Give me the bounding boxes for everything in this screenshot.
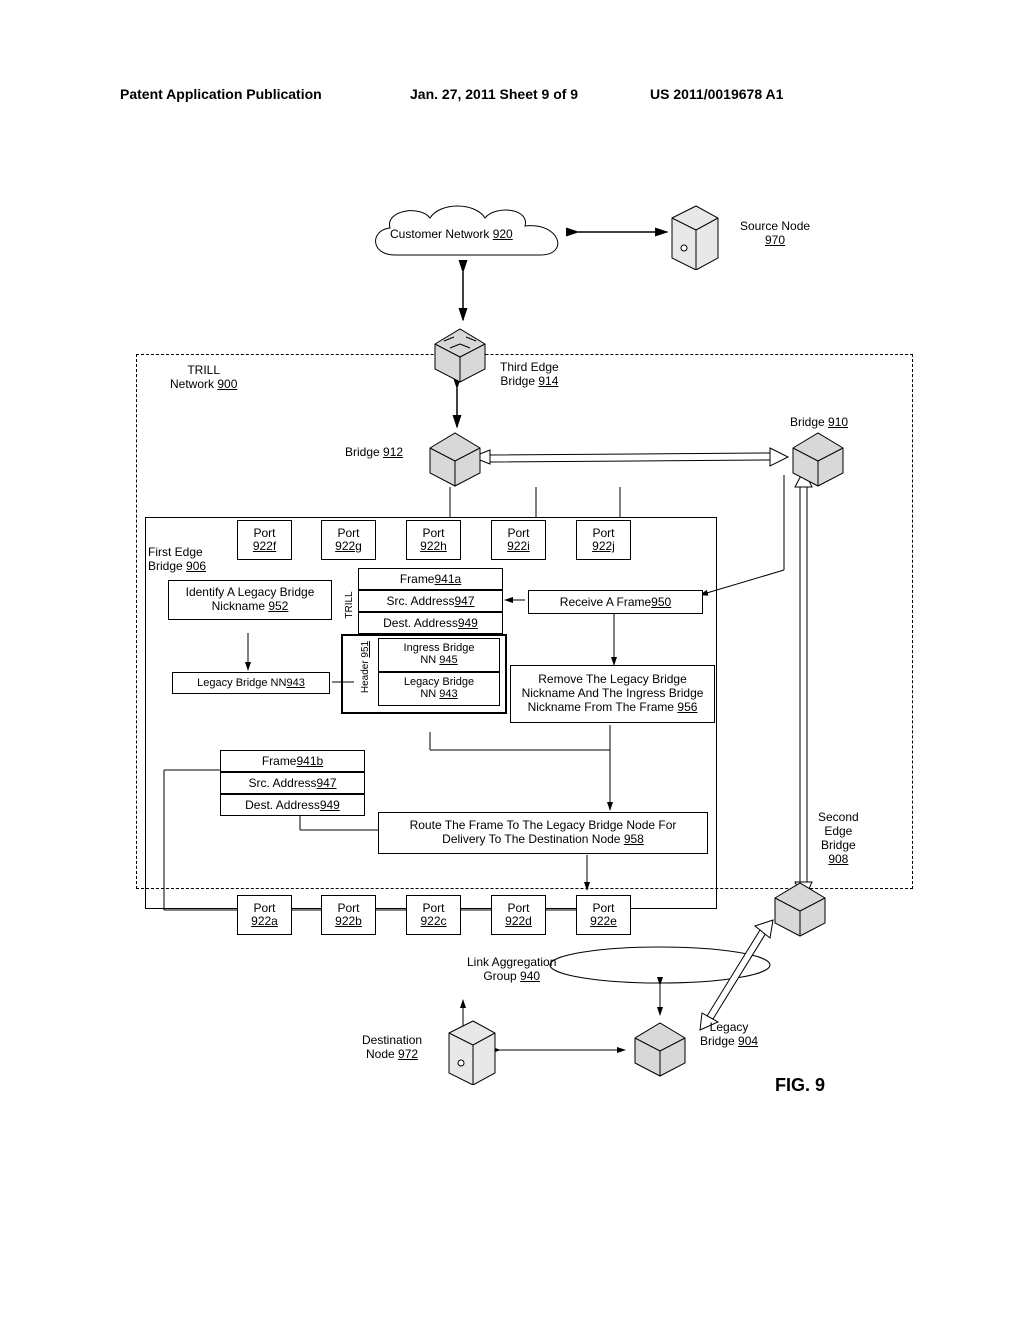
lag-label: Link Aggregation Group 940 xyxy=(467,955,556,983)
server-icon xyxy=(668,200,723,270)
trill-side-label-a: TRILL xyxy=(344,570,355,640)
legacy-bridge-label: Legacy Bridge 904 xyxy=(700,1020,758,1048)
server-icon xyxy=(445,1015,500,1085)
frame-941a-title: Frame 941a xyxy=(358,568,503,590)
port-922b: Port922b xyxy=(321,895,376,935)
third-edge-label: Third Edge Bridge 914 xyxy=(500,360,559,388)
bridge-icon xyxy=(425,428,485,488)
bridge-912-label: Bridge 912 xyxy=(345,445,403,459)
trill-label: TRILL Network 900 xyxy=(170,363,237,391)
receive-frame-box: Receive A Frame 950 xyxy=(528,590,703,614)
ingress-bridge-nn: Ingress Bridge NN 945 xyxy=(378,638,500,672)
cloud-label: Customer Network 920 xyxy=(390,227,513,241)
frame-941b-dst: Dest. Address 949 xyxy=(220,794,365,816)
second-edge-label: Second Edge Bridge 908 xyxy=(818,810,859,866)
header-right: US 2011/0019678 A1 xyxy=(650,86,783,102)
header-left: Patent Application Publication xyxy=(120,86,322,102)
port-922c: Port922c xyxy=(406,895,461,935)
bridge-icon xyxy=(788,428,848,488)
route-frame-box: Route The Frame To The Legacy Bridge Nod… xyxy=(378,812,708,854)
source-node-label: Source Node 970 xyxy=(740,219,810,247)
identify-legacy-box: Identify A Legacy Bridge Nickname 952 xyxy=(168,580,332,620)
frame-941b-src: Src. Address 947 xyxy=(220,772,365,794)
bridge-icon xyxy=(770,878,830,938)
header-mid: Jan. 27, 2011 Sheet 9 of 9 xyxy=(410,86,578,102)
port-922e: Port922e xyxy=(576,895,631,935)
figure-label: FIG. 9 xyxy=(775,1075,825,1096)
frame-941a-src: Src. Address 947 xyxy=(358,590,503,612)
destination-node-label: Destination Node 972 xyxy=(362,1033,422,1061)
port-922a: Port922a xyxy=(237,895,292,935)
bridge-icon xyxy=(430,324,490,384)
frame-941a-dst: Dest. Address 949 xyxy=(358,612,503,634)
legacy-bridge-nn-inner: Legacy Bridge NN 943 xyxy=(378,672,500,706)
frame-941b-title: Frame 941b xyxy=(220,750,365,772)
port-922d: Port922d xyxy=(491,895,546,935)
trill-side-label-b: Header 951 xyxy=(360,632,371,702)
bridge-910-label: Bridge 910 xyxy=(790,415,848,429)
bridge-icon xyxy=(630,1018,690,1078)
legacy-bridge-nn-box: Legacy Bridge NN 943 xyxy=(172,672,330,694)
remove-nickname-box: Remove The Legacy Bridge Nickname And Th… xyxy=(510,665,715,723)
